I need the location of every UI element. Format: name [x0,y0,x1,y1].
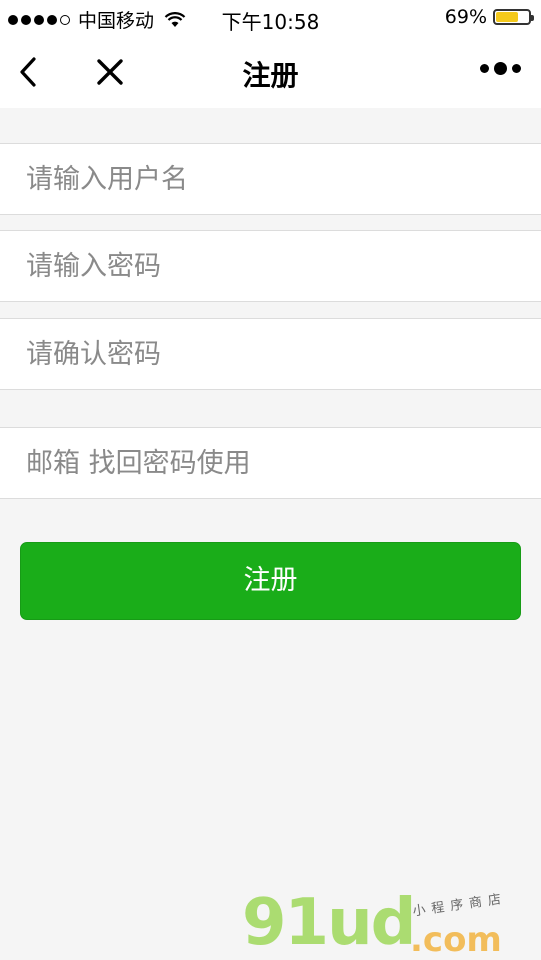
status-bar: 中国移动 下午10:58 69% [0,0,541,36]
page-title: 注册 [242,59,299,92]
battery-percent: 69% [444,6,487,28]
watermark-logo: 91ud 小程序商店 .com [240,880,540,960]
nav-bar: 注册 [0,36,541,108]
username-field-row [0,143,541,215]
register-button[interactable]: 注册 [20,542,521,620]
status-right: 69% [444,6,534,28]
watermark-brand: 91ud [242,886,416,960]
more-icon[interactable] [480,62,521,75]
watermark-tagline: 小程序商店 [411,891,508,920]
battery-fill [496,12,518,22]
confirm-password-field-row [0,318,541,390]
confirm-password-input[interactable] [26,319,516,389]
email-input[interactable] [26,428,516,498]
battery-icon [493,9,534,25]
email-field-row [0,427,541,499]
watermark-domain: .com [410,920,502,960]
password-input[interactable] [26,231,516,301]
username-input[interactable] [26,144,516,214]
password-field-row [0,230,541,302]
